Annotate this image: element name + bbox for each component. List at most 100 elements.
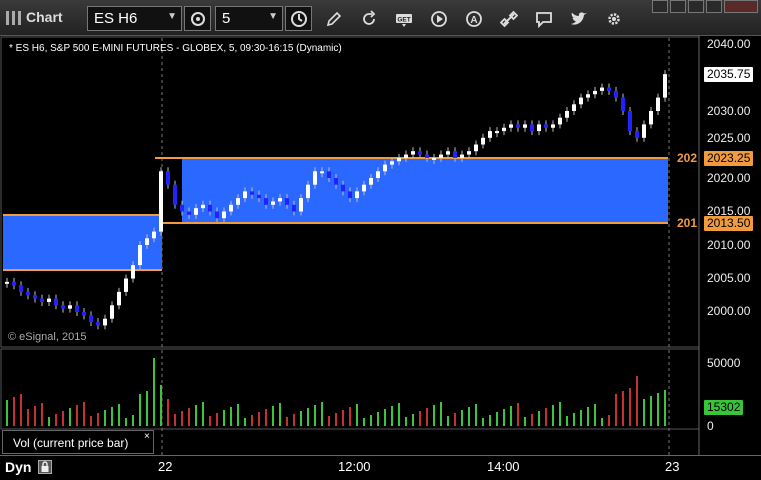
restore-button[interactable] [706, 0, 722, 13]
volume-bar [650, 396, 652, 426]
candle [54, 298, 58, 306]
candle [418, 151, 422, 155]
candle [439, 154, 443, 158]
candle [145, 238, 149, 245]
volume-bar [216, 413, 218, 426]
grip-icon[interactable] [5, 10, 23, 26]
candle [593, 90, 597, 95]
clock-button[interactable] [285, 6, 312, 31]
candle [201, 204, 205, 209]
volume-axis-label: 0 [707, 419, 714, 433]
maximize-button[interactable] [688, 0, 704, 13]
volume-bar [468, 407, 470, 426]
symbol-dropdown[interactable]: ES H6 ▼ [87, 6, 182, 31]
twitter-icon [570, 11, 587, 25]
comment-button[interactable] [530, 6, 557, 31]
replay-button[interactable] [425, 6, 452, 31]
candle [572, 104, 576, 111]
candle [103, 318, 107, 326]
candle [138, 245, 142, 266]
candle [131, 265, 135, 279]
volume-bar [97, 413, 99, 426]
close-window-button[interactable] [724, 0, 758, 13]
minimize-button[interactable] [670, 0, 686, 13]
refresh-button[interactable] [355, 6, 382, 31]
candle [229, 204, 233, 212]
candle [516, 124, 520, 128]
volume-bar [643, 399, 645, 426]
volume-bar [531, 414, 533, 426]
pencil-icon [326, 11, 341, 26]
lower-level-text: 201 [677, 216, 698, 230]
volume-bar [188, 408, 190, 426]
volume-bar [489, 415, 491, 426]
volume-bar [419, 411, 421, 426]
candle [348, 191, 352, 199]
dynamic-mode-label[interactable]: Dyn [5, 459, 31, 475]
volume-bar [132, 415, 134, 426]
volume-study-label[interactable]: Vol (current price bar) [2, 430, 154, 454]
volume-bar [496, 412, 498, 426]
candle [481, 137, 485, 145]
volume-bar [321, 402, 323, 426]
volume-bar [594, 404, 596, 426]
clock-icon [290, 10, 307, 27]
link-button[interactable] [495, 6, 522, 31]
candle [656, 97, 660, 111]
window-menu-button[interactable] [652, 0, 668, 13]
play-icon [430, 10, 447, 27]
candle [369, 178, 373, 185]
candle [152, 231, 156, 239]
candle [425, 154, 429, 158]
cycle-symbol-button[interactable] [184, 6, 211, 31]
candle [47, 298, 51, 302]
candle [537, 124, 541, 132]
upper-level-tag: 2023.25 [704, 151, 754, 166]
volume-bar [482, 418, 484, 426]
candle [89, 315, 93, 323]
volume-bar [314, 405, 316, 426]
volume-bar [265, 409, 267, 426]
volume-bar [293, 414, 295, 426]
volume-bar [524, 417, 526, 426]
candle [327, 171, 331, 178]
candle [509, 124, 513, 128]
time-axis[interactable] [0, 455, 761, 480]
time-axis-label: 14:00 [487, 459, 520, 474]
volume-bar [6, 400, 8, 426]
volume-bar [433, 405, 435, 426]
candle [663, 74, 667, 98]
candle [635, 131, 639, 138]
volume-bar [111, 407, 113, 426]
volume-bar [517, 403, 519, 426]
symbol-value: ES H6 [94, 10, 138, 27]
twitter-button[interactable] [565, 6, 592, 31]
volume-bar [454, 413, 456, 426]
svg-text:A: A [470, 15, 477, 26]
price-axis-label: 2030.00 [707, 104, 751, 118]
candle [411, 151, 415, 155]
settings-button[interactable] [600, 6, 627, 31]
interval-dropdown[interactable]: 5 ▼ [215, 6, 283, 31]
candle [628, 111, 632, 132]
candle [565, 111, 569, 118]
volume-bar [622, 391, 624, 426]
candle [320, 171, 324, 174]
close-study-icon[interactable]: × [144, 431, 150, 442]
lock-icon[interactable] [38, 460, 52, 474]
alerts-button[interactable]: A [460, 6, 487, 31]
candle [299, 198, 303, 212]
candle [82, 312, 86, 316]
candle [586, 94, 590, 98]
chart-toolbar: Chart ES H6 ▼ 5 ▼ GET A [0, 0, 761, 36]
candle [390, 161, 394, 165]
copyright-text: © eSignal, 2015 [8, 331, 87, 343]
price-chart[interactable] [0, 36, 761, 455]
draw-tools-button[interactable] [320, 6, 347, 31]
volume-bar [153, 358, 155, 426]
current-zone [182, 158, 668, 223]
candle [362, 184, 366, 192]
get-data-button[interactable]: GET [390, 6, 417, 31]
candle [166, 171, 170, 185]
candle [341, 184, 345, 192]
